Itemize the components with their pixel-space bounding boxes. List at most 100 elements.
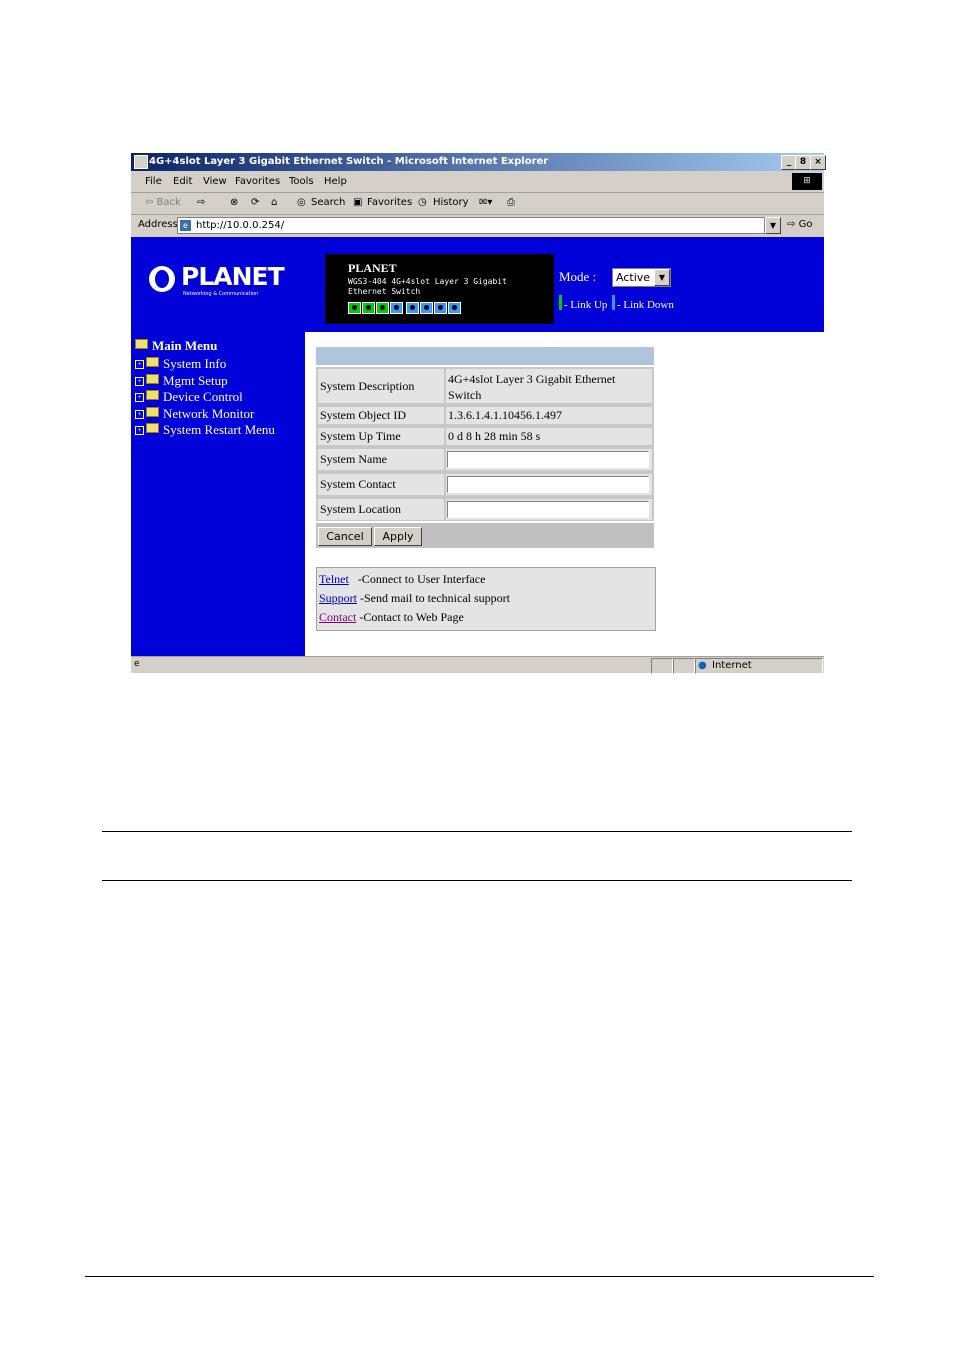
device-model: WGS3-404 4G+4slot Layer 3 Gigabit Ethern…	[348, 277, 507, 296]
window-title: 4G+4slot Layer 3 Gigabit Ethernet Switch…	[149, 156, 549, 167]
link-row: Telnet -Connect to User Interface	[319, 572, 485, 587]
home-icon[interactable]: ⌂	[271, 197, 277, 208]
system-contact-input[interactable]	[447, 476, 649, 493]
form-label: System Location	[320, 502, 401, 516]
mail-icon[interactable]: ✉▾	[479, 197, 492, 208]
port-icon[interactable]	[434, 302, 447, 314]
main-menu-title[interactable]: Main Menu	[135, 338, 217, 354]
title-bar: 4G+4slot Layer 3 Gigabit Ethernet Switch…	[131, 153, 826, 171]
forward-button[interactable]: ⇨	[197, 197, 205, 208]
address-url: http://10.0.0.254/	[196, 220, 285, 231]
port-icon[interactable]	[362, 302, 375, 314]
sidebar: Main Menu + System Info + Mgmt Setup + Devi…	[131, 332, 305, 656]
legend-link-down: - Link Down	[612, 295, 674, 311]
planet-logo-icon	[149, 266, 175, 292]
uptime-value: 0 d 8 h 28 min 58 s	[448, 429, 541, 443]
form-label: System Description	[320, 379, 415, 393]
history-button[interactable]: History	[433, 197, 469, 208]
form-label: System Name	[320, 452, 387, 466]
port-icon[interactable]	[376, 302, 389, 314]
link-description: -Contact to Web Page	[359, 610, 464, 624]
ie-icon	[134, 155, 148, 169]
status-segment	[651, 658, 673, 674]
history-icon[interactable]: ◷	[418, 197, 427, 208]
form-row: System Contact	[316, 472, 654, 497]
form-label: System Object ID	[320, 408, 406, 422]
expand-icon[interactable]: +	[135, 360, 144, 369]
telnet-link[interactable]: Telnet	[319, 572, 349, 586]
form-row: System Name	[316, 447, 654, 472]
support-link[interactable]: Support	[319, 591, 357, 605]
device-panel: PLANET WGS3-404 4G+4slot Layer 3 Gigabit…	[325, 254, 554, 324]
form-row: System Up Time 0 d 8 h 28 min 58 s	[316, 426, 654, 447]
cancel-button[interactable]: Cancel	[318, 527, 372, 546]
main-menu-label: Main Menu	[152, 338, 218, 353]
device-name: PLANET	[348, 261, 397, 275]
system-name-input[interactable]	[447, 451, 649, 468]
print-icon[interactable]: ⎙	[507, 197, 515, 208]
favorites-button[interactable]: Favorites	[367, 197, 412, 208]
status-zone: ● Internet	[695, 658, 823, 674]
maximize-button[interactable]: 8	[795, 155, 811, 170]
form-row: System Location	[316, 497, 654, 521]
divider-line	[102, 880, 852, 881]
port-icon[interactable]	[406, 302, 419, 314]
page-icon: e	[180, 220, 191, 231]
form-label-cell: System Object ID	[318, 407, 444, 424]
port-icon[interactable]	[348, 302, 361, 314]
form-value-cell: 4G+4slot Layer 3 Gigabit Ethernet Switch	[446, 369, 652, 403]
contact-link[interactable]: Contact	[319, 610, 356, 624]
links-box: Telnet -Connect to User Interface Suppor…	[316, 567, 656, 631]
apply-button[interactable]: Apply	[374, 527, 422, 546]
sidebar-item-mgmt-setup[interactable]: + Mgmt Setup	[135, 373, 228, 389]
expand-icon[interactable]: +	[135, 426, 144, 435]
page-content: PLANET Networking & Communication PLANET…	[131, 237, 824, 656]
status-bar: e ● Internet	[131, 656, 824, 674]
mode-select[interactable]: Active ▼	[612, 268, 671, 287]
sidebar-item-device-control[interactable]: + Device Control	[135, 389, 243, 405]
form-row: System Description 4G+4slot Layer 3 Giga…	[316, 367, 654, 405]
sidebar-item-system-restart[interactable]: + System Restart Menu	[135, 422, 275, 438]
back-button[interactable]: ⇦ Back	[145, 197, 181, 208]
menu-file[interactable]: File	[145, 176, 162, 187]
footer-line	[85, 1276, 874, 1277]
port-icon[interactable]	[448, 302, 461, 314]
link-description: -Connect to User Interface	[357, 572, 486, 586]
expand-icon[interactable]: +	[135, 377, 144, 386]
go-button[interactable]: ⇨ Go	[787, 219, 812, 230]
menu-favorites[interactable]: Favorites	[235, 176, 280, 187]
system-location-input[interactable]	[447, 501, 649, 518]
link-up-swatch	[559, 295, 562, 310]
search-icon[interactable]: ◎	[297, 197, 306, 208]
logo-text: PLANET	[181, 262, 285, 291]
menu-view[interactable]: View	[203, 176, 227, 187]
address-input[interactable]: e http://10.0.0.254/	[177, 217, 765, 234]
form-row: System Object ID 1.3.6.1.4.1.10456.1.497	[316, 405, 654, 426]
search-button[interactable]: Search	[311, 197, 345, 208]
mode-label: Mode :	[559, 269, 597, 284]
close-button[interactable]: ×	[810, 155, 826, 170]
refresh-icon[interactable]: ⟳	[251, 197, 259, 208]
expand-icon[interactable]: +	[135, 393, 144, 402]
form-label: System Contact	[320, 477, 396, 491]
form-value-cell	[446, 474, 652, 495]
windows-logo-icon: ⊞	[792, 173, 822, 190]
port-icon[interactable]	[390, 302, 403, 314]
favorites-icon[interactable]: ▣	[353, 197, 362, 208]
menu-bar: File Edit View Favorites Tools Help ⊞	[131, 172, 824, 193]
mode-value: Active	[616, 271, 651, 284]
expand-icon[interactable]: +	[135, 410, 144, 419]
chevron-down-icon[interactable]: ▼	[654, 269, 670, 286]
divider-line	[102, 831, 852, 832]
sidebar-item-system-info[interactable]: + System Info	[135, 356, 226, 372]
address-dropdown[interactable]: ▼	[765, 217, 781, 234]
folder-icon	[146, 374, 159, 384]
sidebar-item-network-monitor[interactable]: + Network Monitor	[135, 406, 254, 422]
menu-edit[interactable]: Edit	[173, 176, 192, 187]
menu-tools[interactable]: Tools	[289, 176, 314, 187]
port-icon[interactable]	[420, 302, 433, 314]
system-info-form: System Description 4G+4slot Layer 3 Giga…	[316, 367, 654, 521]
menu-help[interactable]: Help	[324, 176, 347, 187]
form-label: System Up Time	[320, 429, 401, 443]
stop-icon[interactable]: ⊗	[230, 197, 238, 208]
